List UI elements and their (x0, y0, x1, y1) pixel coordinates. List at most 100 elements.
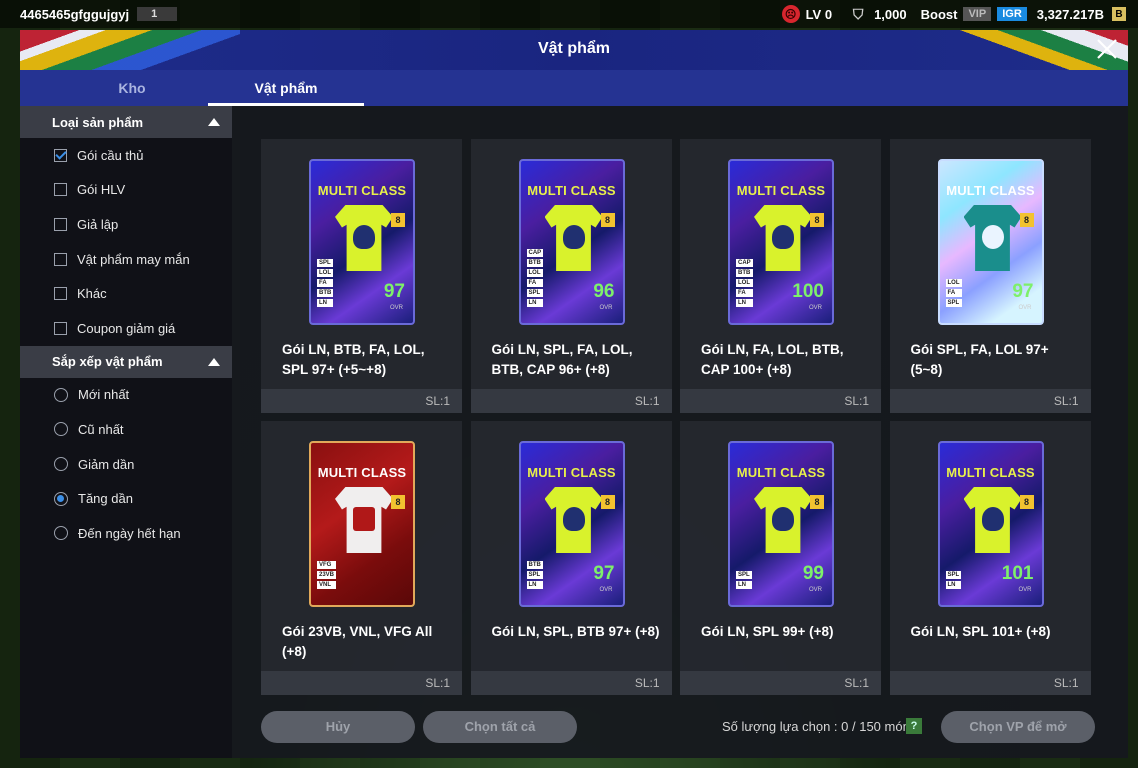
season-tag: SPL (736, 571, 752, 579)
open-selected-button[interactable]: Chọn VP để mở (941, 711, 1095, 743)
category-label: Gói HLV (77, 182, 126, 198)
top-status-bar: 4465465gfggujgyj 1 ☹ LV 0 ⛉ 1,000 Boost … (0, 0, 1138, 28)
igr-badge: IGR (997, 7, 1027, 21)
item-card[interactable]: MULTI CLASS 8 BTB SPL LN 97 OVR Gói LN, SPL, BT… (470, 421, 672, 695)
sad-face-icon: ☹ (781, 5, 800, 23)
sort-section-header[interactable]: Sắp xếp vật phẩm (20, 345, 232, 378)
select-all-button[interactable]: Chọn tất cả (423, 711, 577, 743)
sort-option[interactable]: Giảm dần (20, 447, 232, 482)
item-card[interactable]: MULTI CLASS 8 LOL FA SPL 97 OVR Gói SPL, FA, LO… (889, 139, 1091, 413)
category-label: Giả lập (77, 216, 119, 232)
item-name: Gói 23VB, VNL, VFG All (+8) (282, 624, 433, 659)
close-button[interactable] (1092, 34, 1122, 64)
season-tags: BTB SPL LN (526, 561, 543, 589)
item-grid: MULTI CLASS 8 SPL LOL FA BTB LN 97 OVR Gói LN, BT… (261, 139, 1091, 695)
season-tag: SPL (945, 571, 962, 579)
category-label: Khác (77, 286, 107, 302)
item-card[interactable]: MULTI CLASS 8 SPL LN 99 OVR Gói LN, SPL 99+ (+… (680, 421, 881, 695)
season-tag: BTB (526, 561, 543, 569)
item-card[interactable]: MULTI CLASS 8 VFG 23VB VNL Gói 23VB, VNL, VFG… (261, 421, 462, 695)
item-card[interactable]: MULTI CLASS 8 SPL LN 101 OVR Gói LN, SPL 101+ … (889, 421, 1091, 695)
upgrade-level-badge: 8 (391, 495, 405, 509)
pack-image: MULTI CLASS 8 CAP BTB LOL FA SPL LN 96 OVR (518, 159, 625, 325)
checkbox-icon[interactable] (54, 252, 67, 266)
category-option[interactable]: Khác (20, 276, 232, 311)
checkbox-checked-icon[interactable] (54, 148, 67, 162)
pack-image: MULTI CLASS 8 VFG 23VB VNL (309, 441, 415, 607)
radio-icon[interactable] (54, 526, 68, 541)
radio-icon[interactable] (54, 422, 68, 437)
category-section-title: Loại sản phẩm (52, 114, 144, 130)
crest-icon (772, 225, 794, 249)
sort-option[interactable]: Tăng dần (20, 481, 232, 516)
tab-vat-pham[interactable]: Vật phẩm (208, 70, 364, 106)
radio-icon[interactable] (54, 457, 68, 472)
item-card[interactable]: MULTI CLASS 8 CAP BTB LOL FA LN 100 OVR Gói LN, F… (680, 139, 881, 413)
item-card[interactable]: MULTI CLASS 8 SPL LOL FA BTB LN 97 OVR Gói LN, BT… (261, 139, 462, 413)
pack-image: MULTI CLASS 8 SPL LN 99 OVR (728, 441, 834, 607)
shield-coin-icon: ⛉ (852, 5, 864, 22)
item-name: Gói LN, SPL 101+ (+8) (910, 624, 1051, 639)
item-quantity: SL:1 (470, 671, 672, 695)
category-label: Gói cầu thủ (77, 147, 144, 163)
ovr-value: 97 (593, 563, 615, 584)
tab-bar: Kho Vật phẩm (20, 70, 1128, 106)
season-tag: CAP (526, 249, 544, 257)
sort-label: Giảm dần (78, 456, 135, 472)
season-tag: FA (526, 279, 544, 287)
checkbox-icon[interactable] (54, 287, 67, 301)
upgrade-level-badge: 8 (1019, 213, 1034, 227)
level-label: LV 0 (805, 6, 833, 22)
item-quantity: SL:1 (680, 389, 881, 413)
pack-image: MULTI CLASS 8 SPL LN 101 OVR (937, 441, 1044, 607)
sort-option[interactable]: Đến ngày hết hạn (20, 516, 232, 551)
season-tag: SPL (526, 289, 544, 297)
season-tag: LOL (736, 279, 753, 287)
checkbox-icon[interactable] (54, 183, 67, 197)
radio-selected-icon[interactable] (54, 491, 68, 506)
sort-section-title: Sắp xếp vật phẩm (52, 354, 163, 370)
boost-label: Boost (920, 6, 958, 22)
currency-group: ☹ LV 0 ⛉ 1,000 Boost VIP IGR 3,327.217B … (781, 5, 1126, 23)
sort-option[interactable]: Cũ nhất (20, 412, 232, 447)
season-tag: FA (736, 289, 753, 297)
ovr-value: 97 (383, 281, 405, 302)
item-quantity: SL:1 (889, 389, 1091, 413)
pack-class-label: MULTI CLASS (527, 183, 616, 198)
help-icon[interactable]: ? (906, 718, 922, 734)
season-tag: SPL (317, 259, 334, 267)
checkbox-icon[interactable] (54, 217, 67, 231)
season-tag: SPL (945, 299, 962, 307)
ovr-value: 96 (593, 281, 615, 302)
upgrade-level-badge: 8 (600, 213, 615, 227)
item-quantity: SL:1 (470, 389, 672, 413)
season-tags: CAP BTB LOL FA LN (736, 259, 753, 307)
upgrade-level-badge: 8 (1019, 495, 1034, 509)
cancel-button[interactable]: Hủy (261, 711, 415, 743)
category-option[interactable]: Gói cầu thủ (20, 138, 232, 173)
filter-sidebar: Loại sản phẩm Gói cầu thủ Gói HLV Giả lậ… (20, 106, 232, 758)
season-tag: 23VB (317, 571, 337, 579)
sort-option[interactable]: Mới nhất (20, 378, 232, 413)
item-name: Gói LN, BTB, FA, LOL, SPL 97+ (+5~+8) (282, 342, 425, 377)
modal-header: Vật phẩm (20, 30, 1128, 70)
category-option[interactable]: Giả lập (20, 207, 232, 242)
category-option[interactable]: Coupon giảm giá (20, 311, 232, 346)
checkbox-icon[interactable] (54, 321, 67, 335)
category-section-header[interactable]: Loại sản phẩm (20, 106, 232, 138)
item-card[interactable]: MULTI CLASS 8 CAP BTB LOL FA SPL LN 96 OVR Gói LN,… (470, 139, 672, 413)
tab-kho[interactable]: Kho (54, 70, 210, 106)
crest-icon (353, 225, 375, 249)
item-quantity: SL:1 (680, 671, 881, 695)
pack-class-label: MULTI CLASS (317, 465, 407, 480)
ovr-label: OVR (808, 587, 822, 593)
selection-count: Số lượng lựa chọn : 0 / 150 món (722, 719, 910, 734)
season-tags: CAP BTB LOL FA SPL LN (526, 249, 544, 307)
ovr-value: 97 (1012, 281, 1034, 302)
category-option[interactable]: Gói HLV (20, 173, 232, 208)
pack-class-label: MULTI CLASS (527, 465, 616, 480)
category-option[interactable]: Vật phẩm may mắn (20, 242, 232, 277)
radio-icon[interactable] (54, 387, 68, 402)
crest-icon (772, 507, 794, 531)
season-tag: VFG (317, 561, 337, 569)
